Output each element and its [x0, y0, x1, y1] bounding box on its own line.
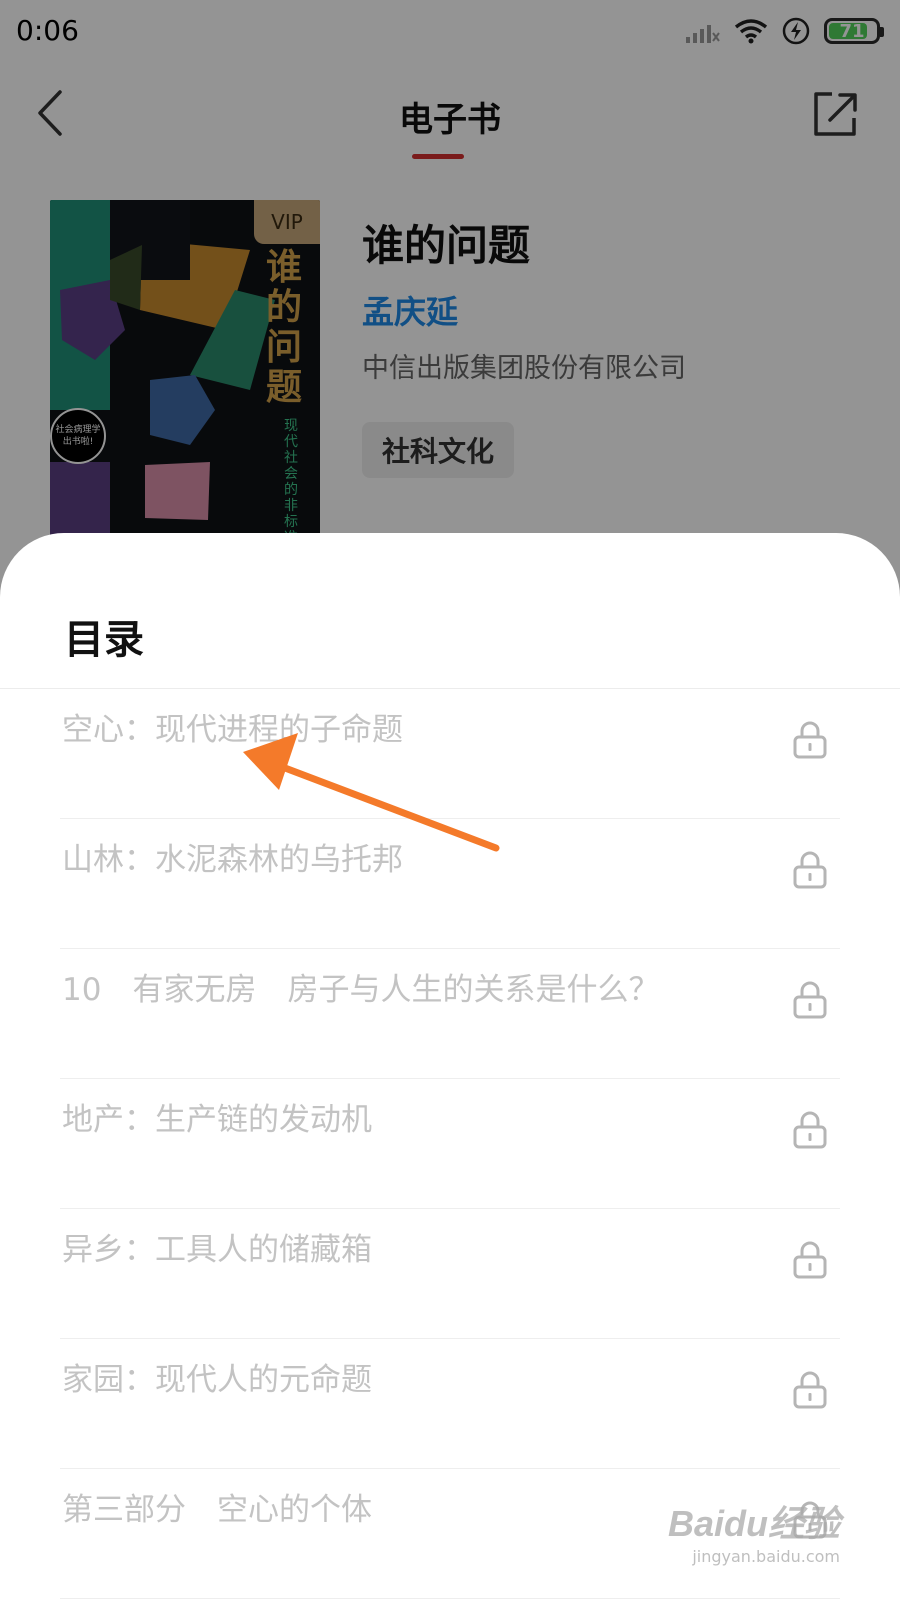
toc-item-label: 第三部分 空心的个体	[62, 1492, 372, 1528]
watermark-url: jingyan.baidu.com	[692, 1547, 840, 1566]
toc-title: 目录	[64, 617, 144, 663]
watermark-logo: Baidu经验	[667, 1503, 840, 1544]
toc-item[interactable]: 地产：生产链的发动机	[0, 1079, 900, 1209]
toc-item-label: 地产：生产链的发动机	[62, 1102, 372, 1138]
toc-item-label: 异乡：工具人的储藏箱	[62, 1232, 372, 1268]
toc-item[interactable]: 10 有家无房 房子与人生的关系是什么？	[0, 949, 900, 1079]
toc-item-label: 空心：现代进程的子命题	[62, 712, 403, 748]
toc-item-label: 家园：现代人的元命题	[62, 1362, 372, 1398]
watermark: Baidu经验 jingyan.baidu.com	[668, 1495, 840, 1566]
toc-list: 空心：现代进程的子命题 山林：水泥森林的乌托邦 10 有家无房 房子与人生的关系…	[0, 689, 900, 1599]
lock-icon	[793, 981, 827, 1019]
toc-item[interactable]: 家园：现代人的元命题	[0, 1339, 900, 1469]
toc-item-label: 山林：水泥森林的乌托邦	[62, 842, 403, 878]
lock-icon	[793, 721, 827, 759]
toc-item[interactable]: 空心：现代进程的子命题	[0, 689, 900, 819]
lock-icon	[793, 1111, 827, 1149]
toc-item-label: 10 有家无房 房子与人生的关系是什么？	[62, 972, 660, 1008]
lock-icon	[793, 1371, 827, 1409]
lock-icon	[793, 851, 827, 889]
lock-icon	[793, 1241, 827, 1279]
toc-item[interactable]: 山林：水泥森林的乌托邦	[0, 819, 900, 949]
toc-item[interactable]: 异乡：工具人的储藏箱	[0, 1209, 900, 1339]
toc-sheet: 目录 空心：现代进程的子命题 山林：水泥森林的乌托邦 10 有家无房 房子与人生…	[0, 533, 900, 1600]
